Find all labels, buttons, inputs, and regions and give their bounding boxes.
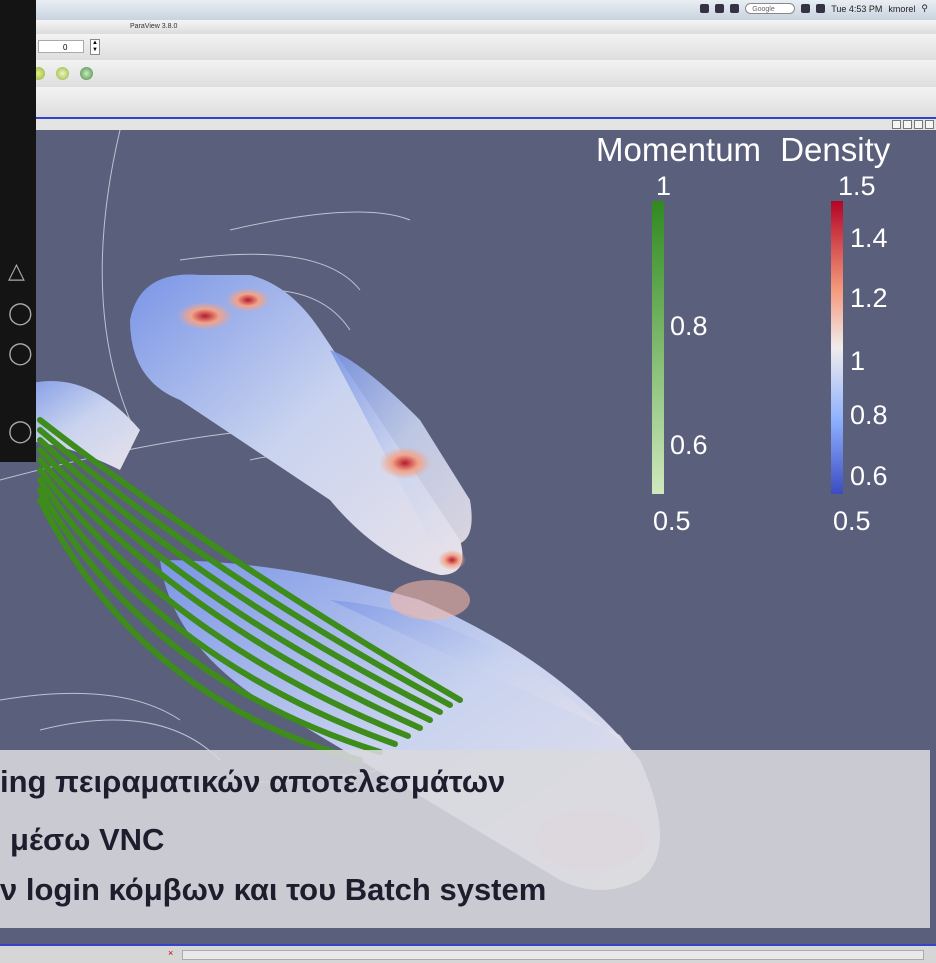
density-colorbar bbox=[831, 201, 843, 494]
time-toolbar: 0 ▲ ▼ bbox=[0, 34, 936, 61]
status-icon[interactable] bbox=[715, 4, 725, 13]
close-view-icon[interactable] bbox=[925, 120, 934, 129]
window-title: ParaView 3.8.0 bbox=[130, 23, 178, 30]
dark-side-panel: △ ◯ ◯ ◯ bbox=[0, 0, 36, 462]
status-icon[interactable] bbox=[730, 4, 740, 13]
slide-caption-box: ing πειραματικών αποτελεσμάτων μέσω VNC … bbox=[0, 750, 930, 928]
momentum-tick: 0.5 bbox=[653, 506, 691, 536]
google-search-field[interactable]: Google bbox=[745, 3, 796, 14]
density-tick: 1 bbox=[850, 346, 866, 376]
momentum-colorbar bbox=[652, 201, 664, 494]
rotate-icon[interactable] bbox=[56, 67, 69, 80]
status-bar: × bbox=[0, 944, 936, 963]
close-icon[interactable]: × bbox=[168, 948, 173, 958]
momentum-tick: 0.8 bbox=[670, 311, 708, 341]
circle-icon: ◯ bbox=[8, 300, 33, 325]
clock[interactable]: Tue 4:53 PM bbox=[831, 4, 882, 14]
volume-icon[interactable] bbox=[816, 4, 826, 13]
spotlight-search-icon[interactable]: ⚲ bbox=[921, 3, 928, 14]
split-vertical-icon[interactable] bbox=[903, 120, 912, 129]
legend-title: Momentum Density bbox=[596, 131, 891, 168]
triangle-icon: △ bbox=[8, 258, 25, 283]
camera-toolbar bbox=[0, 60, 936, 88]
refresh-icon[interactable] bbox=[80, 67, 93, 80]
wifi-icon[interactable] bbox=[801, 4, 811, 13]
filter-toolbar bbox=[0, 87, 936, 118]
circle-icon: ◯ bbox=[8, 418, 33, 443]
circle-icon: ◯ bbox=[8, 340, 33, 365]
time-input[interactable]: 0 bbox=[38, 40, 84, 53]
maximize-icon[interactable] bbox=[914, 120, 923, 129]
density-tick: 0.6 bbox=[850, 461, 888, 491]
mac-menubar: Google Tue 4:53 PM kmorel ⚲ bbox=[0, 0, 936, 20]
momentum-tick: 0.6 bbox=[670, 430, 708, 460]
split-horizontal-icon[interactable] bbox=[892, 120, 901, 129]
caption-line-1: ing πειραματικών αποτελεσμάτων bbox=[0, 764, 506, 799]
density-tick: 0.8 bbox=[850, 400, 888, 430]
time-spinner[interactable]: ▲ ▼ bbox=[90, 39, 100, 55]
view-header bbox=[0, 117, 936, 130]
momentum-tick: 1 bbox=[656, 171, 672, 201]
window-titlebar: ParaView 3.8.0 bbox=[0, 20, 936, 34]
density-tick: 0.5 bbox=[833, 506, 871, 536]
density-tick: 1.5 bbox=[838, 171, 876, 201]
progress-track bbox=[182, 950, 924, 960]
caption-line-3: ν login κόμβων και του Batch system bbox=[0, 872, 547, 907]
status-icon[interactable] bbox=[700, 4, 710, 13]
user-name[interactable]: kmorel bbox=[888, 4, 915, 14]
caption-line-2: μέσω VNC bbox=[10, 822, 165, 857]
density-tick: 1.2 bbox=[850, 283, 888, 313]
density-tick: 1.4 bbox=[850, 223, 888, 253]
